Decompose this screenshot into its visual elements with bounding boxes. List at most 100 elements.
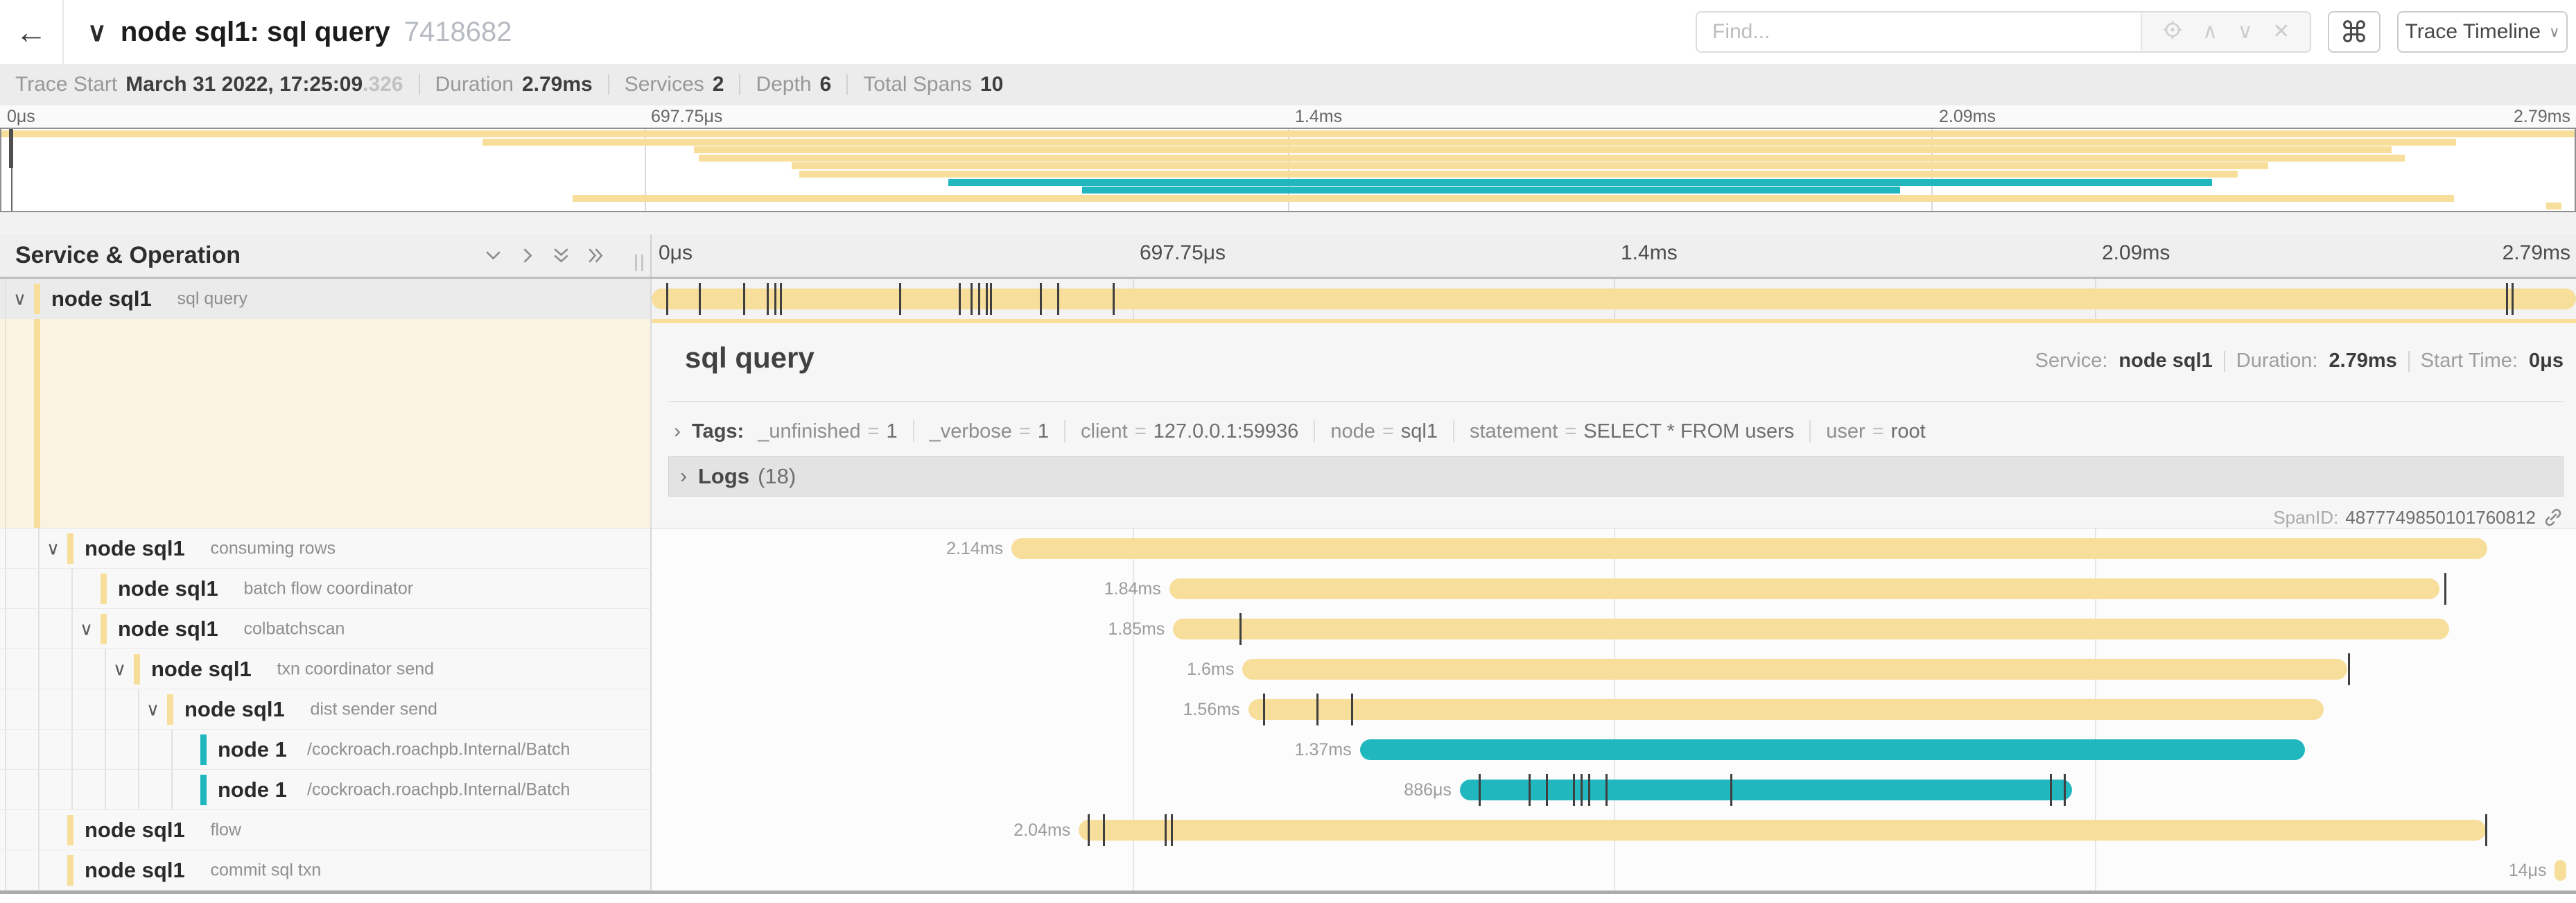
service-name: node sql1 — [118, 617, 218, 642]
span-timeline-cell[interactable]: 2.04ms — [652, 810, 2576, 850]
ruler-tick-label: 1.4ms — [1621, 241, 1678, 265]
view-selector-button[interactable]: Trace Timeline ∨ — [2397, 11, 2568, 53]
span-row[interactable]: node 1/cockroach.roachpb.Internal/Batch8… — [0, 770, 2576, 810]
span-duration-bar[interactable] — [1011, 538, 2487, 559]
tree-guide-line — [5, 689, 6, 729]
span-row[interactable]: ∨node sql1consuming rows2.14ms — [0, 528, 2576, 569]
span-tree-cell[interactable]: ∨node sql1consuming rows — [0, 528, 652, 569]
span-timeline-cell[interactable]: 886μs — [652, 770, 2576, 810]
span-id-row: SpanID: 4877749850101760812 — [2273, 505, 2564, 530]
log-tick-mark — [2444, 573, 2446, 605]
span-timeline-cell[interactable]: 1.84ms — [652, 569, 2576, 609]
logs-accordion[interactable]: › Logs (18) — [668, 456, 2564, 497]
find-input[interactable] — [1697, 12, 2141, 51]
operation-name: dist sender send — [311, 699, 437, 719]
row-chevron-down-icon[interactable]: ∨ — [13, 288, 26, 309]
span-duration-bar[interactable] — [1169, 578, 2439, 599]
row-chevron-down-icon[interactable]: ∨ — [46, 538, 60, 559]
span-duration-label: 1.85ms — [1108, 609, 1165, 649]
tag-value: SELECT * FROM users — [1583, 420, 1794, 443]
span-tree-cell[interactable]: node 1/cockroach.roachpb.Internal/Batch — [0, 770, 652, 810]
keyboard-shortcuts-button[interactable]: ⌘ — [2328, 11, 2381, 53]
span-timeline-cell[interactable] — [652, 279, 2576, 319]
span-tree-cell[interactable]: node 1/cockroach.roachpb.Internal/Batch — [0, 730, 652, 770]
tree-guide-line — [71, 569, 73, 608]
service-color-bar — [101, 574, 107, 604]
row-chevron-down-icon[interactable]: ∨ — [146, 698, 159, 720]
span-detail-title: sql query — [685, 341, 815, 375]
span-duration-bar[interactable] — [1173, 619, 2448, 639]
expand-one-icon[interactable] — [518, 246, 537, 265]
span-row[interactable]: node sql1commit sql txn14μs — [0, 850, 2576, 891]
span-timeline-cell[interactable]: 2.14ms — [652, 528, 2576, 569]
span-row[interactable]: ∨node sql1sql query — [0, 279, 2576, 319]
span-timeline-cell[interactable]: 1.85ms — [652, 609, 2576, 649]
ruler-tick-label: 2.79ms — [2514, 107, 2570, 127]
minimap-span-bar — [694, 146, 2392, 153]
span-tree-cell[interactable]: ∨node sql1colbatchscan — [0, 609, 652, 649]
span-row[interactable]: node sql1flow2.04ms — [0, 810, 2576, 850]
span-timeline-cell[interactable]: 1.56ms — [652, 689, 2576, 730]
span-row[interactable]: node sql1batch flow coordinator 1.84ms — [0, 569, 2576, 609]
log-tick-mark — [1263, 694, 1265, 725]
span-tree-cell[interactable]: ∨ node sql1 dist sender send — [0, 689, 652, 730]
service-color-bar — [167, 694, 173, 725]
span-row[interactable]: ∨node sql1colbatchscan1.85ms — [0, 609, 2576, 649]
collapse-one-icon[interactable] — [484, 246, 503, 265]
tree-collapse-controls — [484, 234, 604, 277]
span-duration-label: 1.6ms — [1187, 649, 1234, 689]
service-name: node sql1 — [118, 576, 218, 601]
span-duration-label: 1.84ms — [1104, 569, 1161, 609]
span-duration-bar[interactable] — [1460, 780, 2072, 800]
service-name: node sql1 — [151, 657, 252, 682]
find-clear-icon[interactable]: ✕ — [2272, 22, 2290, 42]
find-prev-icon[interactable]: ∧ — [2202, 22, 2218, 42]
span-duration-bar[interactable] — [2555, 860, 2566, 881]
span-timeline-cell[interactable]: 1.6ms — [652, 649, 2576, 689]
tag-key: _unfinished — [758, 420, 860, 443]
service-color-bar — [67, 533, 73, 564]
span-duration-bar[interactable] — [1242, 659, 2347, 680]
minimap-canvas[interactable] — [0, 128, 2576, 212]
span-duration-bar[interactable] — [1248, 699, 2324, 720]
service-name: node sql1 — [184, 697, 285, 722]
span-timeline-cell[interactable]: 1.37ms — [652, 730, 2576, 770]
locate-icon[interactable] — [2162, 19, 2183, 44]
span-row[interactable]: ∨ node sql1 dist sender send 1.56ms — [0, 689, 2576, 730]
collapse-trace-chevron-icon[interactable]: ∨ — [87, 17, 107, 48]
span-tree-cell[interactable]: node sql1batch flow coordinator — [0, 569, 652, 609]
span-duration-bar[interactable] — [1079, 820, 2485, 841]
divider — [1809, 420, 1811, 442]
collapse-all-icon[interactable] — [552, 246, 571, 265]
span-row[interactable]: ∨node sql1txn coordinator send1.6ms — [0, 649, 2576, 689]
divider — [608, 74, 609, 95]
tag-item: _unfinished=1 — [758, 420, 897, 443]
span-duration-bar[interactable] — [652, 289, 2576, 309]
meta-label: Depth — [756, 73, 811, 96]
row-chevron-down-icon[interactable]: ∨ — [80, 618, 93, 639]
expand-all-icon[interactable] — [586, 246, 604, 265]
span-tree-cell[interactable]: ∨node sql1sql query — [0, 279, 652, 319]
span-duration-bar[interactable] — [1360, 739, 2305, 760]
span-tree-cell[interactable]: node sql1commit sql txn — [0, 850, 652, 891]
minimap-scrubber-handle[interactable] — [9, 129, 13, 168]
deep-link-icon[interactable] — [2543, 507, 2564, 528]
row-chevron-down-icon[interactable]: ∨ — [113, 658, 126, 680]
span-row[interactable]: node 1/cockroach.roachpb.Internal/Batch1… — [0, 730, 2576, 770]
service-name: node sql1 — [85, 858, 185, 883]
tags-accordion[interactable]: › Tags: _unfinished=1_verbose=1client=12… — [668, 412, 2564, 451]
tag-key: _verbose — [930, 420, 1012, 443]
tree-guide-line — [5, 319, 6, 528]
span-timeline-cell[interactable]: 14μs — [652, 850, 2576, 891]
span-tree-cell[interactable]: ∨node sql1txn coordinator send — [0, 649, 652, 689]
span-id-label: SpanID: — [2273, 507, 2338, 528]
service-color-bar — [34, 284, 40, 314]
find-next-icon[interactable]: ∨ — [2238, 22, 2253, 42]
log-tick-mark — [986, 283, 988, 315]
log-tick-mark — [2506, 283, 2508, 315]
divider — [1064, 420, 1065, 442]
span-tree-cell[interactable]: node sql1flow — [0, 810, 652, 850]
log-tick-mark — [959, 283, 961, 315]
back-button[interactable]: ← — [0, 0, 64, 64]
column-resizer-grip[interactable] — [635, 255, 643, 271]
